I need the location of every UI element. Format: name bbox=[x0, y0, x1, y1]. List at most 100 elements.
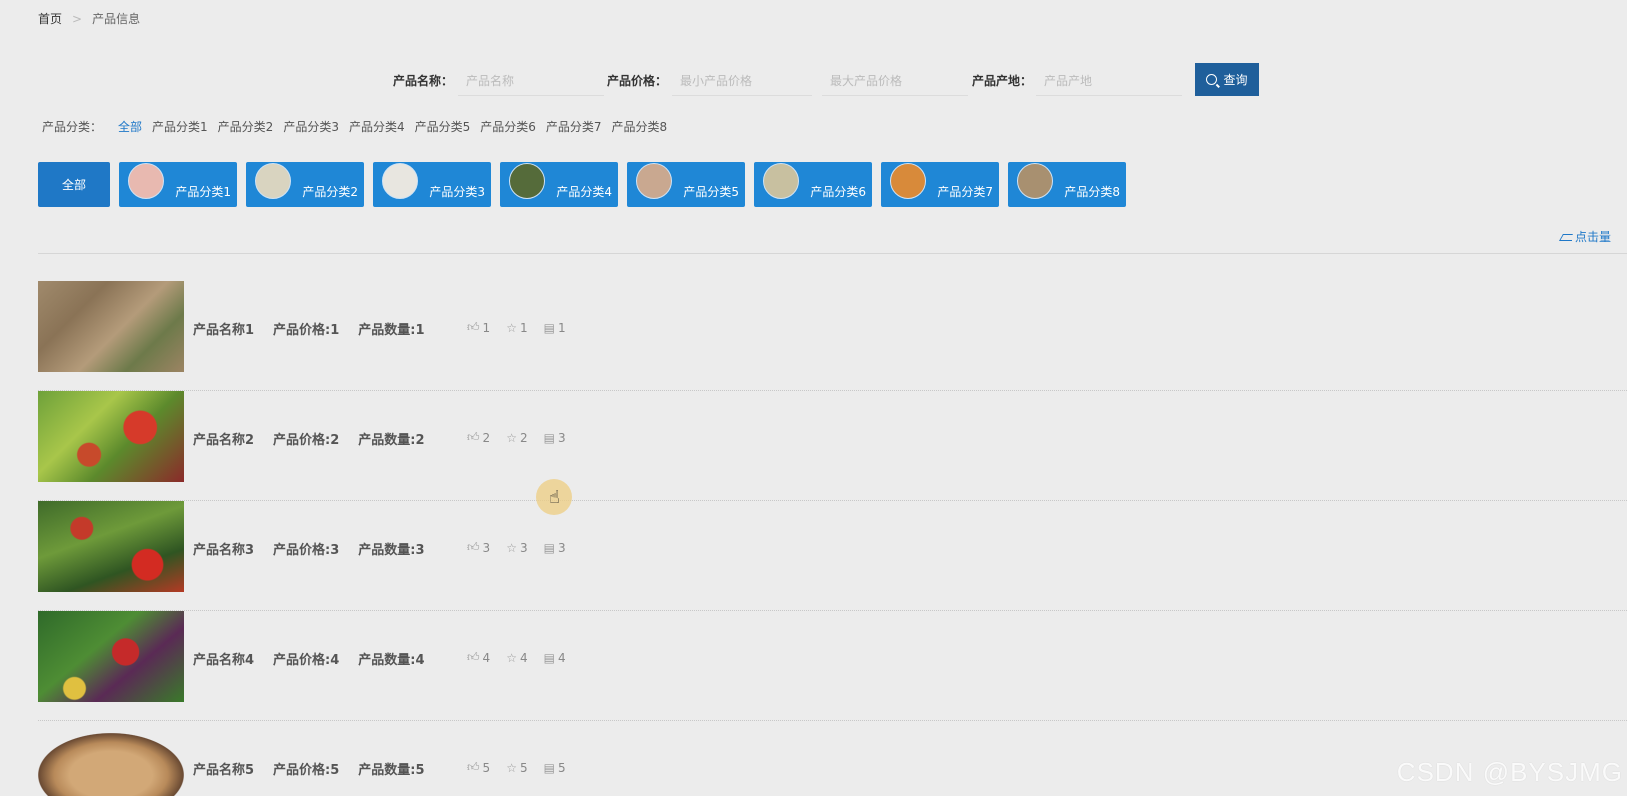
search-button-label: 查询 bbox=[1223, 73, 1248, 87]
thumbs-up-icon: 👍︎ bbox=[467, 650, 480, 664]
product-row[interactable]: 产品名称3 产品价格:3 产品数量:3 👍︎ 3 ☆ 3 ▤ 3 bbox=[38, 501, 1627, 611]
origin-label: 产品产地： bbox=[972, 74, 1033, 88]
category-filter-option[interactable]: 产品分类2 bbox=[218, 118, 274, 135]
category-tile[interactable]: 产品分类4 bbox=[500, 162, 618, 207]
like-count: 👍︎ 2 bbox=[467, 430, 491, 445]
category-filter-option[interactable]: 产品分类8 bbox=[612, 118, 668, 135]
price-label: 产品价格： bbox=[607, 74, 668, 88]
search-bar: 产品名称： 产品价格： 产品产地： bbox=[0, 66, 1627, 96]
product-stats: 👍︎ 5 ☆ 5 ▤ 5 bbox=[467, 760, 566, 775]
category-filter-option[interactable]: 产品分类1 bbox=[152, 118, 208, 135]
category-thumbnail bbox=[763, 163, 799, 199]
name-input[interactable] bbox=[458, 66, 604, 96]
like-count: 👍︎ 1 bbox=[467, 320, 491, 335]
category-tile[interactable]: 产品分类3 bbox=[373, 162, 491, 207]
category-thumbnail bbox=[255, 163, 291, 199]
product-stats: 👍︎ 1 ☆ 1 ▤ 1 bbox=[467, 320, 566, 335]
category-tile-label: 产品分类7 bbox=[937, 185, 993, 199]
breadcrumb-home[interactable]: 首页 bbox=[38, 10, 62, 27]
origin-input[interactable] bbox=[1036, 66, 1182, 96]
comment-icon: ▤ bbox=[543, 320, 555, 335]
category-filter-option[interactable]: 产品分类4 bbox=[349, 118, 405, 135]
category-tile[interactable]: 产品分类2 bbox=[246, 162, 364, 207]
category-filter-all[interactable]: 全部 bbox=[118, 118, 142, 135]
comment-icon: ▤ bbox=[543, 760, 555, 775]
category-tile-label: 产品分类2 bbox=[302, 185, 358, 199]
category-filter-option[interactable]: 产品分类7 bbox=[546, 118, 602, 135]
product-row[interactable]: 产品名称2 产品价格:2 产品数量:2 👍︎ 2 ☆ 2 ▤ 3 bbox=[38, 391, 1627, 501]
trend-icon bbox=[1559, 232, 1572, 242]
category-tile-label: 产品分类5 bbox=[683, 185, 739, 199]
category-thumbnail bbox=[636, 163, 672, 199]
category-tile-label: 产品分类6 bbox=[810, 185, 866, 199]
sort-by-clicks-link[interactable]: 点击量 bbox=[1559, 228, 1611, 245]
product-name[interactable]: 产品名称1 bbox=[193, 319, 254, 338]
category-filter-option[interactable]: 产品分类6 bbox=[480, 118, 536, 135]
star-icon: ☆ bbox=[506, 540, 517, 555]
category-filter-option[interactable]: 产品分类5 bbox=[415, 118, 471, 135]
product-price: 产品价格:3 bbox=[273, 543, 340, 558]
breadcrumb-separator: > bbox=[72, 11, 83, 26]
divider bbox=[38, 253, 1627, 254]
category-tile-all[interactable]: 全部 bbox=[38, 162, 110, 207]
category-thumbnail bbox=[890, 163, 926, 199]
product-meta: 产品名称4 产品价格:4 产品数量:4 bbox=[193, 649, 444, 668]
category-thumbnail bbox=[509, 163, 545, 199]
favorite-count: ☆ 5 bbox=[506, 760, 528, 775]
product-price: 产品价格:2 bbox=[273, 433, 340, 448]
comment-count: ▤ 1 bbox=[543, 320, 566, 335]
max-price-input[interactable] bbox=[822, 66, 968, 96]
product-meta: 产品名称2 产品价格:2 产品数量:2 bbox=[193, 429, 444, 448]
name-label: 产品名称： bbox=[393, 74, 454, 88]
product-image[interactable] bbox=[38, 281, 184, 372]
comment-icon: ▤ bbox=[543, 540, 555, 555]
category-tile[interactable]: 产品分类1 bbox=[119, 162, 237, 207]
favorite-count: ☆ 2 bbox=[506, 430, 528, 445]
star-icon: ☆ bbox=[506, 430, 517, 445]
min-price-input[interactable] bbox=[672, 66, 812, 96]
product-name[interactable]: 产品名称4 bbox=[193, 649, 254, 668]
product-name[interactable]: 产品名称2 bbox=[193, 429, 254, 448]
category-filter: 产品分类： 全部 产品分类1 产品分类2 产品分类3 产品分类4 产品分类5 产… bbox=[42, 118, 677, 135]
product-row[interactable]: 产品名称1 产品价格:1 产品数量:1 👍︎ 1 ☆ 1 ▤ 1 bbox=[38, 281, 1627, 391]
product-name[interactable]: 产品名称3 bbox=[193, 539, 254, 558]
mouse-cursor: ☝ bbox=[536, 479, 572, 515]
comment-count: ▤ 3 bbox=[543, 430, 566, 445]
category-filter-option[interactable]: 产品分类3 bbox=[283, 118, 339, 135]
category-tile-label: 产品分类4 bbox=[556, 185, 612, 199]
product-name[interactable]: 产品名称5 bbox=[193, 759, 254, 778]
product-image[interactable] bbox=[38, 733, 184, 796]
category-tile[interactable]: 产品分类5 bbox=[627, 162, 745, 207]
category-tile[interactable]: 产品分类6 bbox=[754, 162, 872, 207]
product-image[interactable] bbox=[38, 611, 184, 702]
favorite-count: ☆ 3 bbox=[506, 540, 528, 555]
product-row[interactable]: 产品名称5 产品价格:5 产品数量:5 👍︎ 5 ☆ 5 ▤ 5 bbox=[38, 721, 1627, 796]
product-row[interactable]: 产品名称4 产品价格:4 产品数量:4 👍︎ 4 ☆ 4 ▤ 4 bbox=[38, 611, 1627, 721]
category-thumbnail bbox=[128, 163, 164, 199]
product-price: 产品价格:5 bbox=[273, 763, 340, 778]
product-quantity: 产品数量:4 bbox=[358, 653, 425, 668]
like-count: 👍︎ 4 bbox=[467, 650, 491, 665]
category-tile-label: 产品分类1 bbox=[175, 185, 231, 199]
product-quantity: 产品数量:1 bbox=[358, 323, 425, 338]
product-image[interactable] bbox=[38, 391, 184, 482]
sort-by-clicks-label: 点击量 bbox=[1574, 230, 1611, 244]
product-quantity: 产品数量:3 bbox=[358, 543, 425, 558]
category-tile-label: 产品分类3 bbox=[429, 185, 485, 199]
product-stats: 👍︎ 2 ☆ 2 ▤ 3 bbox=[467, 430, 566, 445]
watermark: CSDN @BYSJMG bbox=[1396, 757, 1623, 787]
product-list: 产品名称1 产品价格:1 产品数量:1 👍︎ 1 ☆ 1 ▤ 1 产品名称2 产品价格… bbox=[38, 281, 1627, 796]
category-tile-label: 产品分类8 bbox=[1064, 185, 1120, 199]
category-thumbnail bbox=[382, 163, 418, 199]
like-count: 👍︎ 5 bbox=[467, 760, 491, 775]
category-tile[interactable]: 产品分类8 bbox=[1008, 162, 1126, 207]
comment-count: ▤ 4 bbox=[543, 650, 566, 665]
product-meta: 产品名称3 产品价格:3 产品数量:3 bbox=[193, 539, 444, 558]
hand-pointer-icon: ☝ bbox=[549, 487, 560, 508]
star-icon: ☆ bbox=[506, 760, 517, 775]
category-tile[interactable]: 产品分类7 bbox=[881, 162, 999, 207]
product-image[interactable] bbox=[38, 501, 184, 592]
comment-icon: ▤ bbox=[543, 430, 555, 445]
search-button[interactable]: 查询 bbox=[1195, 63, 1259, 96]
comment-count: ▤ 3 bbox=[543, 540, 566, 555]
